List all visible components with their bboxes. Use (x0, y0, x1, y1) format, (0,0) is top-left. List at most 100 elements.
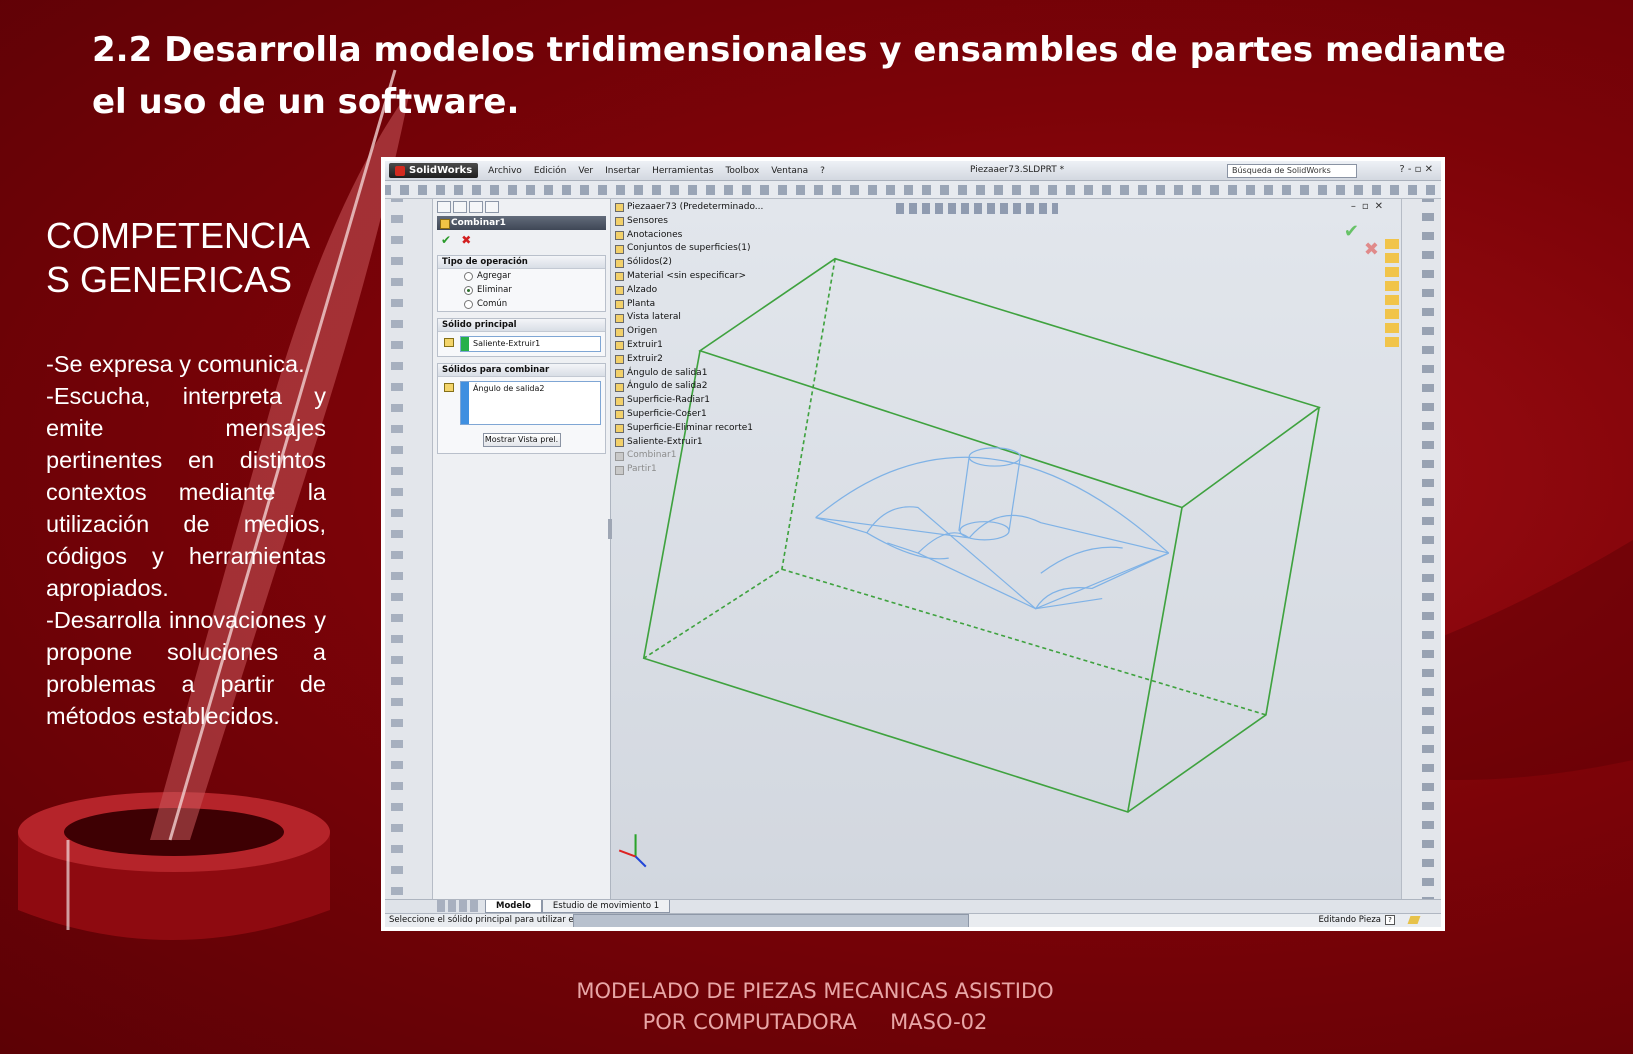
radio-label: Agregar (477, 271, 511, 281)
title-bar: SolidWorks Archivo Edición Ver Insertar … (385, 161, 1441, 181)
main-solid-title[interactable]: Sólido principal (438, 319, 605, 332)
confirm-corner-ok-icon[interactable]: ✔ (1344, 221, 1359, 242)
search-input[interactable]: Búsqueda de SolidWorks (1227, 164, 1357, 178)
feature-icon (615, 230, 624, 240)
configuration-manager-tab-icon[interactable] (469, 201, 483, 213)
footer-line-1: MODELADO DE PIEZAS MECANICAS ASISTIDO (576, 979, 1054, 1003)
feature-manager-tab-icon[interactable] (437, 201, 451, 213)
feature-icon (615, 410, 624, 420)
tree-item-label: Conjuntos de superficies(1) (627, 243, 751, 254)
feature-icon (615, 272, 624, 282)
main-solid-row: Saliente-Extruir1 (438, 332, 605, 356)
feature-icon (615, 451, 624, 461)
logo-text: SolidWorks (409, 165, 473, 176)
property-manager-tab-icon[interactable] (453, 201, 467, 213)
tree-item[interactable]: Ángulo de salida1 (615, 367, 763, 381)
status-progress-area (573, 914, 969, 927)
viewport-controls[interactable]: –▫✕ (1351, 201, 1389, 212)
main-solid-selection-box[interactable]: Saliente-Extruir1 (460, 336, 601, 352)
tree-item-label: Superficie-Eliminar recorte1 (627, 422, 753, 433)
menu-help[interactable]: ? (820, 166, 825, 176)
tab-estudio-movimiento[interactable]: Estudio de movimiento 1 (541, 900, 671, 913)
confirm-corner-cancel-icon[interactable]: ✖ (1364, 239, 1379, 260)
tree-item[interactable]: Alzado (615, 284, 763, 298)
operation-type-title[interactable]: Tipo de operación (438, 256, 605, 269)
window-controls[interactable]: ? - ▫ ✕ (1399, 164, 1433, 175)
show-preview-button[interactable]: Mostrar Vista prel. (482, 433, 561, 447)
menu-edicion[interactable]: Edición (534, 166, 567, 176)
tree-item[interactable]: Saliente-Extruir1 (615, 436, 763, 450)
tab-scroll-arrows[interactable] (437, 900, 481, 912)
tree-item[interactable]: Origen (615, 325, 763, 339)
radio-eliminar[interactable]: Eliminar (438, 283, 605, 297)
status-message: Seleccione el sólido principal para util… (389, 915, 603, 925)
tree-item-label: Alzado (627, 284, 658, 295)
tree-item[interactable]: Extruir2 (615, 353, 763, 367)
tree-item[interactable]: Ángulo de salida2 (615, 380, 763, 394)
tree-item[interactable]: Combinar1 (615, 449, 763, 463)
tree-item[interactable]: Superficie-Coser1 (615, 408, 763, 422)
status-bar: Seleccione el sólido principal para util… (385, 913, 1441, 927)
tab-bar: Modelo Estudio de movimiento 1 (385, 899, 1441, 913)
standard-toolbar[interactable] (385, 181, 1441, 199)
tree-item[interactable]: Sensores (615, 215, 763, 229)
graphics-area[interactable]: Piezaaer73 (Predeterminado... Sensores An… (608, 199, 1401, 899)
tab-modelo[interactable]: Modelo (485, 900, 542, 913)
feature-icon (615, 313, 624, 323)
combine-solids-row: Ángulo de salida2 (438, 377, 605, 429)
tree-item-label: Sólidos(2) (627, 257, 672, 268)
menu-ventana[interactable]: Ventana (771, 166, 808, 176)
radio-icon (464, 299, 473, 309)
tree-item-label: Combinar1 (627, 450, 677, 461)
menu-ver[interactable]: Ver (578, 166, 593, 176)
main-solid-value: Saliente-Extruir1 (473, 339, 541, 348)
cancel-x-icon[interactable]: ✖ (461, 233, 471, 247)
menu-insertar[interactable]: Insertar (605, 166, 640, 176)
tree-item[interactable]: Vista lateral (615, 311, 763, 325)
feature-icon (615, 341, 624, 351)
radio-label: Común (477, 299, 508, 309)
menu-archivo[interactable]: Archivo (488, 166, 522, 176)
solidworks-screenshot: SolidWorks Archivo Edición Ver Insertar … (381, 157, 1445, 931)
tree-item[interactable]: Superficie-Radiar1 (615, 394, 763, 408)
tree-item[interactable]: Anotaciones (615, 229, 763, 243)
feature-icon (615, 465, 624, 475)
tree-root-item[interactable]: Piezaaer73 (Predeterminado... (615, 201, 763, 215)
tree-item-label: Saliente-Extruir1 (627, 436, 703, 447)
feature-icon (615, 396, 624, 406)
tree-item-label: Partir1 (627, 464, 657, 475)
help-icon[interactable]: ? (1385, 915, 1395, 925)
radio-agregar[interactable]: Agregar (438, 269, 605, 283)
status-mode: Editando Pieza (1318, 915, 1381, 925)
combine-solids-title[interactable]: Sólidos para combinar (438, 364, 605, 377)
combine-solids-selection-box[interactable]: Ángulo de salida2 (460, 381, 601, 425)
heads-up-view-toolbar[interactable] (893, 203, 1058, 214)
tree-item[interactable]: Sólidos(2) (615, 256, 763, 270)
task-pane-icons[interactable] (1385, 239, 1399, 349)
menu-herramientas[interactable]: Herramientas (652, 166, 713, 176)
ok-check-icon[interactable]: ✔ (441, 233, 451, 247)
radio-icon (464, 271, 473, 281)
right-sketch-toolbar[interactable] (1401, 199, 1441, 899)
tree-item[interactable]: Partir1 (615, 463, 763, 477)
tree-item[interactable]: Extruir1 (615, 339, 763, 353)
radio-comun[interactable]: Común (438, 297, 605, 311)
tree-item-label: Planta (627, 298, 656, 309)
pin-icon[interactable] (1407, 916, 1421, 924)
feature-tree: Piezaaer73 (Predeterminado... Sensores An… (615, 201, 763, 477)
tree-item-label: Ángulo de salida1 (627, 367, 708, 378)
solid-body-icon (444, 338, 454, 347)
left-command-toolbar[interactable] (385, 199, 433, 899)
tree-item[interactable]: Material <sin especificar> (615, 270, 763, 284)
tree-item[interactable]: Planta (615, 298, 763, 312)
tree-item[interactable]: Conjuntos de superficies(1) (615, 242, 763, 256)
menu-toolbox[interactable]: Toolbox (725, 166, 759, 176)
display-manager-tab-icon[interactable] (485, 201, 499, 213)
solidworks-logo[interactable]: SolidWorks (389, 163, 479, 178)
tree-item-label: Ángulo de salida2 (627, 381, 708, 392)
confirm-row: ✔ ✖ (433, 231, 610, 249)
selection-color-bar (461, 382, 469, 424)
tree-item[interactable]: Superficie-Eliminar recorte1 (615, 422, 763, 436)
solid-body-icon (444, 383, 454, 392)
solidworks-logo-icon (395, 165, 405, 176)
